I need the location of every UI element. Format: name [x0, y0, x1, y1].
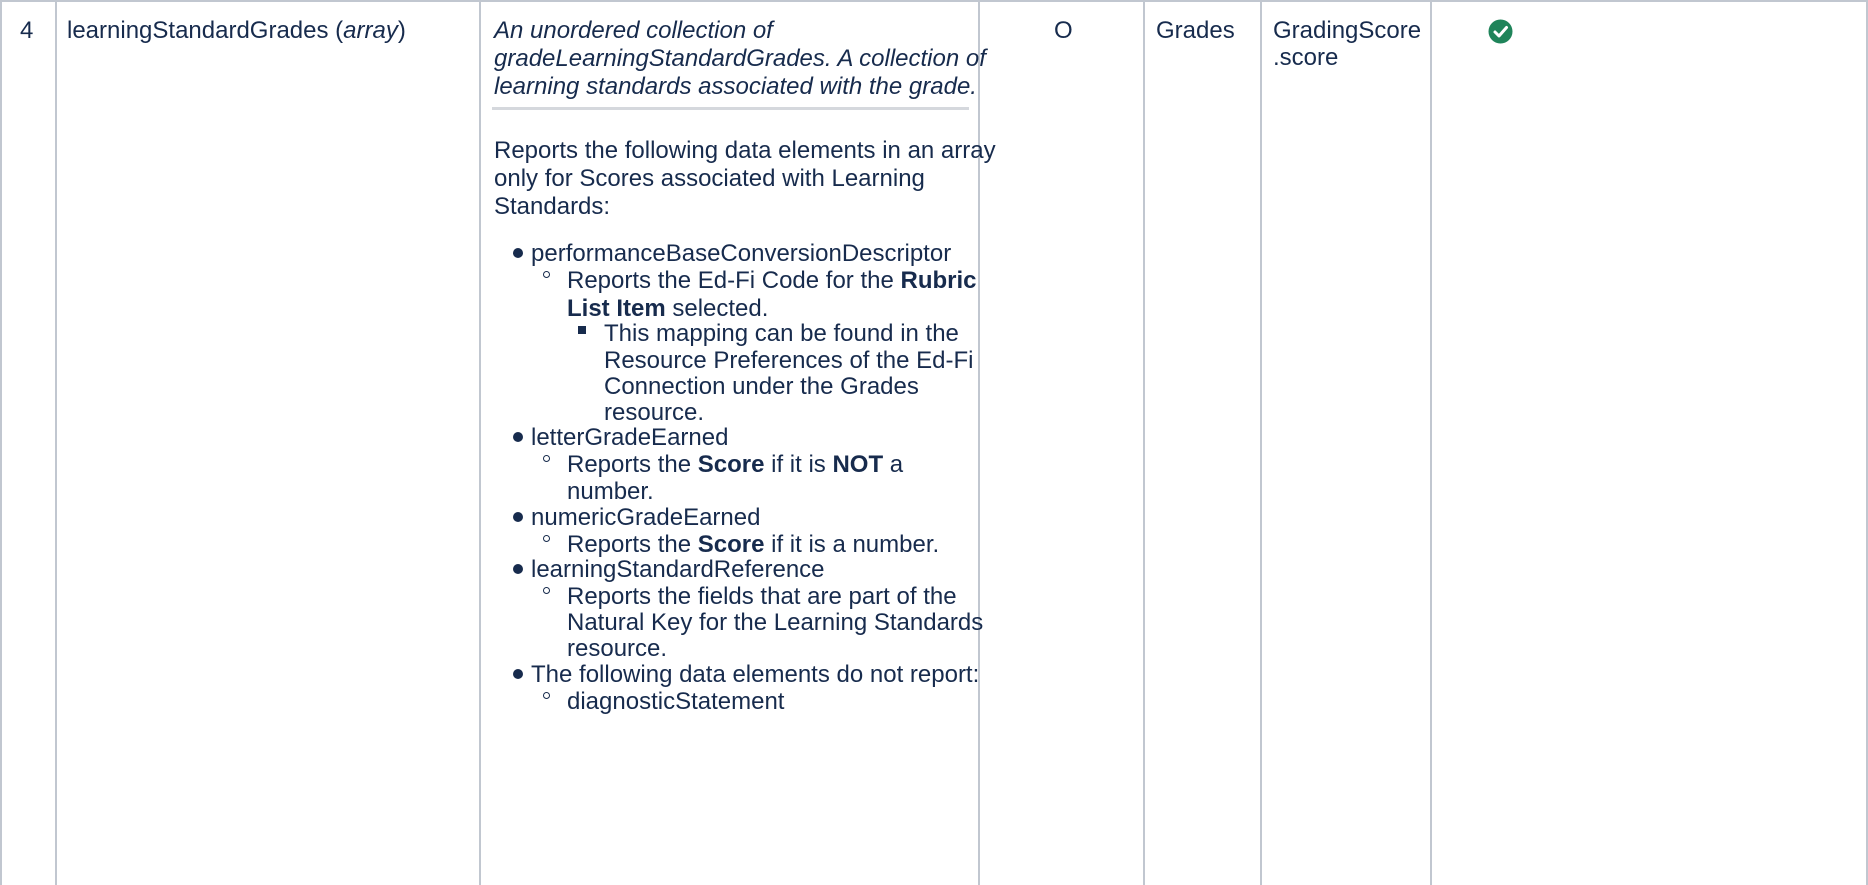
- list-subitem: diagnosticStatement: [567, 688, 785, 715]
- list-subsubitem-line: Connection under the Grades: [604, 373, 919, 400]
- bullet-circle-icon: [543, 587, 550, 594]
- description-line: gradeLearningStandardGrades. A collectio…: [494, 45, 986, 72]
- bullet-circle-icon: [543, 535, 550, 542]
- list-subitem: Reports the fields that are part of the: [567, 583, 957, 610]
- column-divider: [1143, 0, 1145, 885]
- bullet-disc-icon: [513, 432, 523, 442]
- page: { "row": { "number": "4", "element_name"…: [0, 0, 1868, 885]
- list-subsubitem-line: Resource Preferences of the Ed-Fi: [604, 347, 974, 374]
- column-divider: [1260, 0, 1262, 885]
- bullet-disc-icon: [513, 564, 523, 574]
- resource-value: Grades: [1156, 17, 1235, 44]
- optionality-value: O: [1054, 17, 1073, 44]
- list-item-label: learningStandardReference: [531, 556, 825, 583]
- list-item-label: letterGradeEarned: [531, 424, 729, 451]
- list-item-label: The following data elements do not repor…: [531, 661, 980, 688]
- list-subitem: Reports the Score if it is NOT a: [567, 451, 904, 478]
- element-name: learningStandardGrades (array): [67, 17, 406, 44]
- list-item-label: performanceBaseConversionDescriptor: [531, 240, 952, 267]
- description-separator: [492, 107, 969, 110]
- description-line: An unordered collection of: [494, 17, 773, 44]
- source-field-line: GradingScore: [1273, 17, 1422, 44]
- list-item-label: numericGradeEarned: [531, 504, 761, 531]
- bullet-circle-icon: [543, 692, 550, 699]
- list-subsubitem-line: This mapping can be found in the: [604, 320, 959, 347]
- intro-line: Standards:: [494, 193, 611, 220]
- check-circle-icon: [1488, 19, 1513, 44]
- bullet-square-icon: [578, 326, 586, 334]
- intro-line: only for Scores associated with Learning: [494, 165, 925, 192]
- column-divider: [1430, 0, 1432, 885]
- source-field-line: .score: [1273, 44, 1339, 71]
- list-subitem-cont: resource.: [567, 635, 668, 662]
- description-line: learning standards associated with the g…: [494, 73, 977, 100]
- list-subitem: Reports the Ed-Fi Code for the Rubric: [567, 267, 977, 294]
- list-subitem: Reports the Score if it is a number.: [567, 531, 940, 558]
- column-divider: [978, 0, 980, 885]
- list-subsubitem-line: resource.: [604, 399, 705, 426]
- bullet-circle-icon: [543, 271, 550, 278]
- column-divider: [0, 0, 2, 885]
- column-divider: [479, 0, 481, 885]
- row-number: 4: [20, 17, 34, 44]
- list-subitem-cont: number.: [567, 478, 654, 505]
- bullet-disc-icon: [513, 248, 523, 258]
- table-top-border: [0, 0, 1868, 2]
- list-subitem-cont: Natural Key for the Learning Standards: [567, 609, 984, 636]
- bullet-circle-icon: [543, 455, 550, 462]
- bullet-disc-icon: [513, 669, 523, 679]
- list-subitem-cont: List Item selected.: [567, 295, 769, 322]
- column-divider: [55, 0, 57, 885]
- bullet-disc-icon: [513, 512, 523, 522]
- intro-line: Reports the following data elements in a…: [494, 137, 996, 164]
